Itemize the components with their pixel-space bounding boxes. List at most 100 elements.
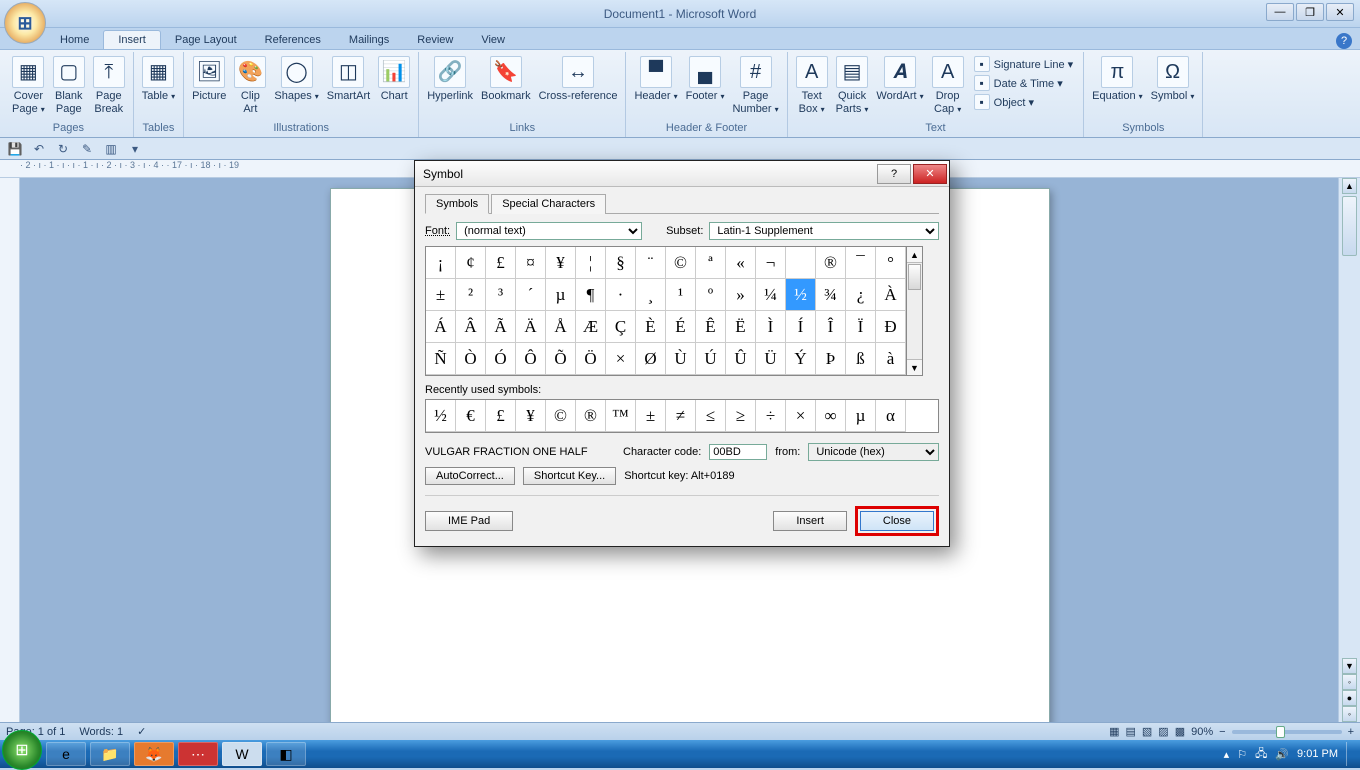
insert-button[interactable]: Insert bbox=[773, 511, 847, 531]
page-number-button[interactable]: #PageNumber ▾ bbox=[728, 54, 782, 121]
ruler-vertical[interactable] bbox=[0, 178, 20, 722]
signature-line-button[interactable]: ▪Signature Line ▾ bbox=[974, 56, 1074, 72]
scroll-down-icon[interactable]: ▼ bbox=[1342, 658, 1357, 674]
recent-symbol-cell[interactable]: ± bbox=[636, 400, 666, 432]
zoom-in-icon[interactable]: + bbox=[1348, 726, 1354, 738]
shapes-button[interactable]: ◯Shapes ▾ bbox=[270, 54, 322, 121]
zoom-slider[interactable] bbox=[1232, 730, 1342, 734]
recent-symbol-cell[interactable]: ÷ bbox=[756, 400, 786, 432]
text-box-button[interactable]: ATextBox ▾ bbox=[792, 54, 832, 121]
symbol-cell[interactable]: ¸ bbox=[636, 279, 666, 311]
view-draft-icon[interactable]: ▩ bbox=[1175, 725, 1185, 738]
symbol-cell[interactable]: · bbox=[606, 279, 636, 311]
zoom-level[interactable]: 90% bbox=[1191, 726, 1213, 738]
recent-symbol-cell[interactable]: ∞ bbox=[816, 400, 846, 432]
ribbon-tab-home[interactable]: Home bbox=[46, 31, 103, 49]
symbol-cell[interactable]: Å bbox=[546, 311, 576, 343]
recent-symbol-cell[interactable]: ® bbox=[576, 400, 606, 432]
tray-clock[interactable]: 9:01 PM bbox=[1297, 748, 1338, 760]
symbol-cell[interactable]: Í bbox=[786, 311, 816, 343]
picture-button[interactable]: 🖼Picture bbox=[188, 54, 230, 121]
symbol-cell[interactable]: Ê bbox=[696, 311, 726, 343]
help-icon[interactable]: ? bbox=[1336, 33, 1352, 49]
zoom-out-icon[interactable]: − bbox=[1219, 726, 1225, 738]
vertical-scrollbar[interactable]: ▲ ▼ ◦ ● ◦ bbox=[1338, 178, 1360, 722]
symbol-cell[interactable]: Þ bbox=[816, 343, 846, 375]
symbol-cell[interactable]: Ù bbox=[666, 343, 696, 375]
table-button[interactable]: ▦Table ▾ bbox=[138, 54, 179, 121]
symbol-cell[interactable]: « bbox=[726, 247, 756, 279]
date-time-button[interactable]: ▪Date & Time ▾ bbox=[974, 75, 1074, 91]
taskbar-explorer-icon[interactable]: 📁 bbox=[90, 742, 130, 766]
symbol-cell[interactable]: ­ bbox=[786, 247, 816, 279]
symbol-cell[interactable]: Ë bbox=[726, 311, 756, 343]
tray-network-icon[interactable]: 🖧 bbox=[1255, 745, 1267, 764]
cross-reference-button[interactable]: ↔Cross-reference bbox=[535, 54, 622, 121]
symbol-cell[interactable]: ° bbox=[876, 247, 906, 279]
save-icon[interactable]: 💾 bbox=[6, 140, 24, 158]
quick-parts-button[interactable]: ▤QuickParts ▾ bbox=[832, 54, 873, 121]
taskbar-word-icon[interactable]: W bbox=[222, 742, 262, 766]
tray-flag-icon[interactable]: ⚐ bbox=[1237, 748, 1247, 761]
tray-chevron-icon[interactable]: ▴ bbox=[1224, 748, 1230, 761]
symbol-cell[interactable]: Ó bbox=[486, 343, 516, 375]
tray-volume-icon[interactable]: 🔊 bbox=[1275, 748, 1289, 761]
page-break-button[interactable]: ⤒PageBreak bbox=[89, 54, 129, 121]
ribbon-tab-references[interactable]: References bbox=[251, 31, 335, 49]
object-button[interactable]: ▪Object ▾ bbox=[974, 94, 1074, 110]
symbol-cell[interactable]: Ú bbox=[696, 343, 726, 375]
recent-symbol-cell[interactable]: € bbox=[456, 400, 486, 432]
symbol-cell[interactable]: Õ bbox=[546, 343, 576, 375]
ribbon-tab-view[interactable]: View bbox=[467, 31, 519, 49]
symbol-cell[interactable]: ¦ bbox=[576, 247, 606, 279]
redo-icon[interactable]: ↻ bbox=[54, 140, 72, 158]
symbol-cell[interactable]: ¾ bbox=[816, 279, 846, 311]
wordart-button[interactable]: 𝑨WordArt ▾ bbox=[872, 54, 927, 121]
qat-icon[interactable]: ▥ bbox=[102, 140, 120, 158]
prev-page-icon[interactable]: ◦ bbox=[1342, 674, 1357, 690]
symbol-cell[interactable]: Â bbox=[456, 311, 486, 343]
ribbon-tab-insert[interactable]: Insert bbox=[103, 30, 161, 49]
symbol-cell[interactable]: × bbox=[606, 343, 636, 375]
symbol-cell[interactable]: ¼ bbox=[756, 279, 786, 311]
taskbar-ie-icon[interactable]: e bbox=[46, 742, 86, 766]
taskbar-firefox-icon[interactable]: 🦊 bbox=[134, 742, 174, 766]
recent-symbol-cell[interactable]: µ bbox=[846, 400, 876, 432]
grid-scroll-up-icon[interactable]: ▲ bbox=[907, 247, 922, 263]
minimize-button[interactable]: — bbox=[1266, 3, 1294, 21]
grid-scroll-down-icon[interactable]: ▼ bbox=[907, 359, 922, 375]
close-window-button[interactable]: ✕ bbox=[1326, 3, 1354, 21]
taskbar-app-icon[interactable]: ⋯ bbox=[178, 742, 218, 766]
symbol-cell[interactable]: à bbox=[876, 343, 906, 375]
symbol-cell[interactable]: Ç bbox=[606, 311, 636, 343]
symbol-cell[interactable]: ¤ bbox=[516, 247, 546, 279]
equation-button[interactable]: πEquation ▾ bbox=[1088, 54, 1147, 121]
browse-object-icon[interactable]: ● bbox=[1342, 690, 1357, 706]
symbol-cell[interactable]: § bbox=[606, 247, 636, 279]
symbol-cell[interactable]: Ã bbox=[486, 311, 516, 343]
symbol-cell[interactable]: µ bbox=[546, 279, 576, 311]
symbol-cell[interactable]: Á bbox=[426, 311, 456, 343]
symbol-cell[interactable]: È bbox=[636, 311, 666, 343]
symbol-cell[interactable]: ® bbox=[816, 247, 846, 279]
drop-cap-button[interactable]: ADropCap ▾ bbox=[928, 54, 968, 121]
hyperlink-button[interactable]: 🔗Hyperlink bbox=[423, 54, 477, 121]
status-words[interactable]: Words: 1 bbox=[79, 726, 123, 738]
symbol-cell[interactable]: Ö bbox=[576, 343, 606, 375]
view-web-icon[interactable]: ▧ bbox=[1142, 725, 1152, 738]
dialog-tab-special-characters[interactable]: Special Characters bbox=[491, 194, 606, 214]
symbol-cell[interactable]: Ò bbox=[456, 343, 486, 375]
footer-button[interactable]: ▄Footer ▾ bbox=[682, 54, 729, 121]
symbol-cell[interactable]: À bbox=[876, 279, 906, 311]
symbol-cell[interactable]: Ì bbox=[756, 311, 786, 343]
clip-art-button[interactable]: 🎨ClipArt bbox=[230, 54, 270, 121]
recent-symbol-cell[interactable]: £ bbox=[486, 400, 516, 432]
shortcut-key-button[interactable]: Shortcut Key... bbox=[523, 467, 616, 485]
symbol-cell[interactable]: ² bbox=[456, 279, 486, 311]
spellcheck-icon[interactable]: ✓ bbox=[137, 725, 146, 738]
symbol-cell[interactable]: Ô bbox=[516, 343, 546, 375]
symbol-grid-scrollbar[interactable]: ▲ ▼ bbox=[907, 246, 923, 376]
recent-symbol-cell[interactable]: α bbox=[876, 400, 906, 432]
ribbon-tab-mailings[interactable]: Mailings bbox=[335, 31, 403, 49]
symbol-cell[interactable]: Ï bbox=[846, 311, 876, 343]
